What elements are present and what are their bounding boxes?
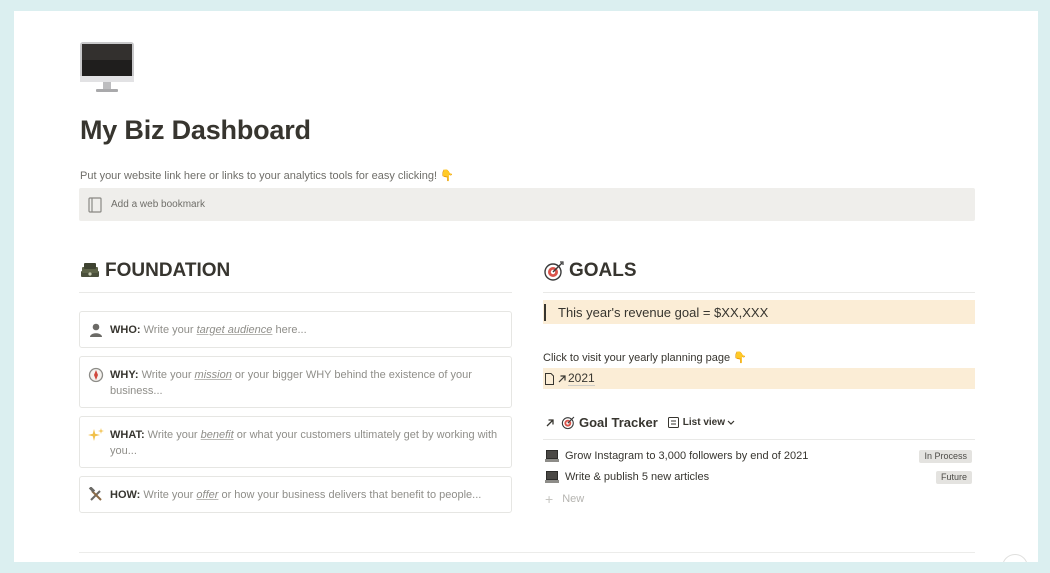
goals-section: GOALS (543, 256, 975, 293)
link-arrow-icon (558, 374, 566, 382)
laptop-icon (545, 450, 559, 462)
list-view-dropdown[interactable]: List view (667, 417, 735, 428)
goal-row-text: Write & publish 5 new articles (565, 471, 710, 483)
goals-heading-text: GOALS (569, 260, 637, 281)
planning-link-label: 2021 (568, 371, 595, 386)
plus-icon: + (545, 491, 554, 507)
add-bookmark-button[interactable]: Add a web bookmark (79, 188, 975, 221)
goal-row[interactable]: Grow Instagram to 3,000 followers by end… (543, 446, 975, 466)
money-stack-icon (81, 263, 99, 277)
planning-page-text[interactable]: Click to visit your yearly planning page… (543, 351, 747, 364)
goal-row[interactable]: Write & publish 5 new articles Future (543, 467, 975, 487)
list-view-label: List view (682, 417, 726, 428)
help-button[interactable] (1002, 554, 1028, 562)
goal-tracker-header: Goal Tracker List view (545, 415, 735, 430)
foundation-heading[interactable]: FOUNDATION (79, 256, 512, 286)
why-text: WHY: Write your mission or your bigger W… (110, 369, 472, 397)
page-title[interactable]: My Biz Dashboard (80, 115, 311, 146)
why-card[interactable]: WHY: Write your mission or your bigger W… (79, 356, 512, 408)
callout-quote-bar (544, 303, 546, 321)
status-badge: In Process (919, 450, 972, 463)
hammer-wrench-icon (88, 487, 102, 501)
laptop-icon (545, 471, 559, 483)
bullseye-icon (544, 261, 564, 281)
how-card[interactable]: HOW: Write your offer or how your busine… (79, 476, 512, 513)
foundation-divider (79, 292, 512, 293)
sparkles-icon (88, 428, 104, 441)
what-card[interactable]: WHAT: Write your benefit or what your cu… (79, 416, 512, 468)
goal-row-text: Grow Instagram to 3,000 followers by end… (565, 450, 809, 462)
page-subtitle[interactable]: Put your website link here or links to y… (80, 169, 454, 182)
foundation-section: FOUNDATION WHO: Write your target audien… (79, 256, 512, 513)
desktop-computer-icon[interactable] (80, 42, 134, 94)
bullseye-icon (561, 416, 575, 430)
tracker-divider (543, 439, 975, 440)
bust-silhouette-icon (90, 323, 102, 337)
chevron-down-icon (727, 420, 735, 425)
page-icon (545, 372, 554, 385)
revenue-goal-text: This year's revenue goal = $XX,XXX (558, 304, 769, 320)
book-icon (88, 196, 102, 213)
new-label: New (562, 493, 585, 505)
goals-divider (543, 292, 975, 293)
who-card[interactable]: WHO: Write your target audience here... (79, 311, 512, 348)
notion-page: My Biz Dashboard Put your website link h… (14, 11, 1038, 562)
list-icon (667, 417, 679, 428)
who-text: WHO: Write your target audience here... (110, 324, 307, 336)
status-badge: Future (935, 471, 972, 484)
bookmark-label: Add a web bookmark (111, 199, 205, 210)
link-arrow-icon (546, 418, 554, 426)
what-text: WHAT: Write your benefit or what your cu… (110, 429, 498, 457)
goal-tracker-title[interactable]: Goal Tracker (579, 415, 658, 430)
planning-page-link[interactable]: 2021 (543, 368, 975, 389)
revenue-goal-callout[interactable]: This year's revenue goal = $XX,XXX (543, 300, 975, 324)
compass-icon (88, 367, 104, 383)
bottom-divider (79, 552, 975, 553)
how-text: HOW: Write your offer or how your busine… (110, 489, 482, 501)
goals-heading[interactable]: GOALS (543, 256, 975, 286)
add-new-goal-button[interactable]: + New (545, 491, 584, 507)
foundation-heading-text: FOUNDATION (105, 260, 231, 281)
